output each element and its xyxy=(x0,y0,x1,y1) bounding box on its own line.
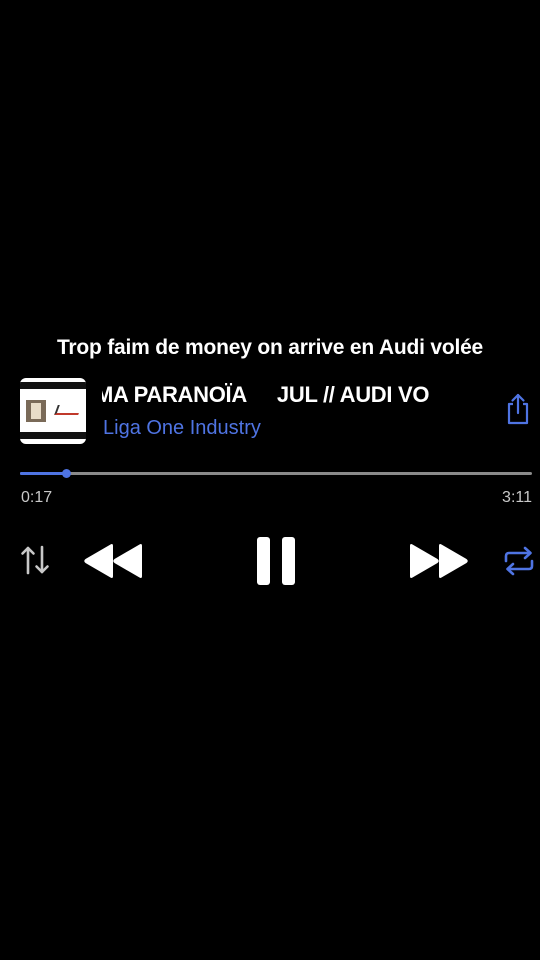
artwork-signature xyxy=(54,405,82,415)
track-title-next: JUL // AUDI VO xyxy=(276,382,430,407)
track-artist[interactable]: Liga One Industry xyxy=(103,417,261,440)
track-title: MA PARANOÏA JUL // AUDI VO xyxy=(102,382,430,408)
lyric-line: Trop faim de money on arrive en Audi vol… xyxy=(56,336,484,359)
track-title-marquee[interactable]: MA PARANOÏA JUL // AUDI VO xyxy=(102,382,486,412)
share-button[interactable] xyxy=(504,392,532,426)
album-artwork[interactable] xyxy=(20,378,86,444)
sort-arrows-icon[interactable] xyxy=(20,544,50,576)
artwork-band-bottom xyxy=(20,432,86,439)
total-time: 3:11 xyxy=(502,489,532,506)
track-title-current: MA PARANOÏA xyxy=(102,382,247,407)
pause-icon[interactable] xyxy=(256,536,296,586)
elapsed-time: 0:17 xyxy=(21,489,53,506)
share-icon xyxy=(507,393,529,425)
fast-forward-icon[interactable] xyxy=(408,542,470,580)
artwork-band-top xyxy=(20,382,86,389)
progress-track xyxy=(20,472,532,475)
progress-fill xyxy=(20,472,67,475)
progress-scrubber[interactable] xyxy=(62,469,72,478)
repeat-icon[interactable] xyxy=(502,546,536,576)
rewind-icon[interactable] xyxy=(82,542,144,580)
now-playing-row: MA PARANOÏA JUL // AUDI VO Liga One Indus… xyxy=(20,378,535,446)
artwork-figure xyxy=(26,400,46,422)
progress-bar[interactable] xyxy=(20,469,532,478)
